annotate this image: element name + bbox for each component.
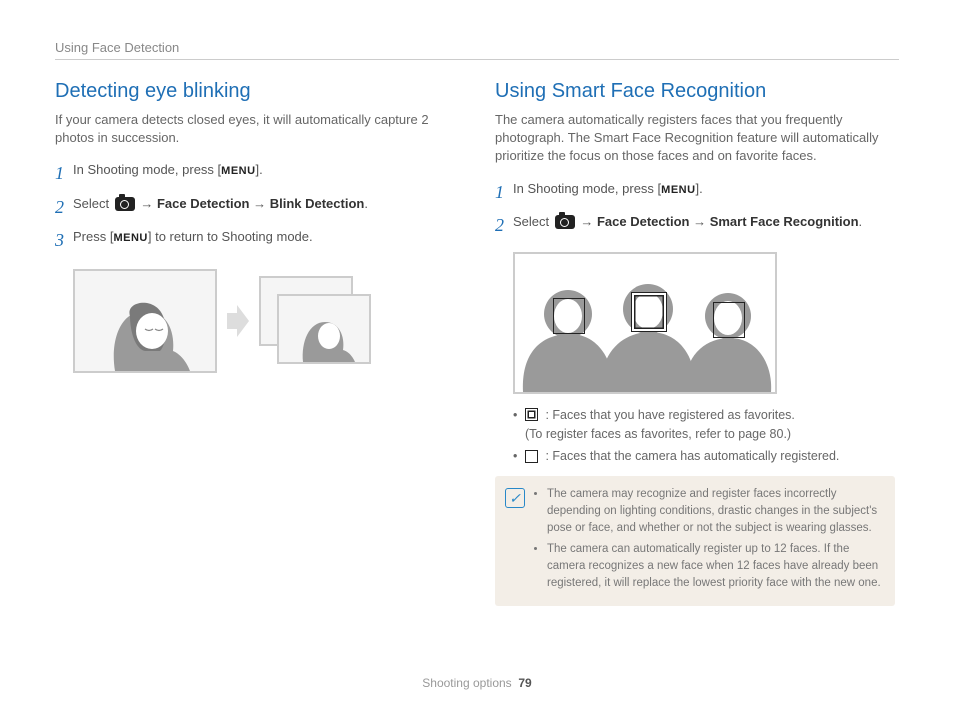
step-body: In Shooting mode, press [MENU]. (73, 161, 455, 186)
note-box: ✓ The camera may recognize and register … (495, 476, 895, 606)
page-number: 79 (518, 676, 531, 690)
face-box-single (553, 298, 585, 334)
page-footer: Shooting options 79 (55, 676, 899, 690)
step-3: 3 Press [MENU] to return to Shooting mod… (55, 228, 455, 253)
photo-result-2 (277, 294, 371, 364)
left-column: Detecting eye blinking If your camera de… (55, 80, 455, 676)
step-body: Press [MENU] to return to Shooting mode. (73, 228, 455, 253)
step-text: Select (513, 214, 553, 229)
step-body: Select → Face Detection → Blink Detectio… (73, 195, 455, 220)
face-box-legend: • : Faces that you have registered as fa… (513, 406, 895, 466)
step-text: . (859, 214, 863, 229)
camera-icon (115, 197, 135, 211)
section-title-blink: Detecting eye blinking (55, 80, 455, 103)
step-text: ]. (256, 162, 263, 177)
face-box-single (713, 302, 745, 338)
arrow-icon (225, 301, 251, 341)
step-1: 1 In Shooting mode, press [MENU]. (495, 180, 895, 205)
step-text: . (364, 196, 368, 211)
face-box-double (631, 292, 667, 332)
single-box-icon (525, 450, 538, 463)
step-text: Select (73, 196, 113, 211)
face-silhouette (75, 271, 215, 371)
footer-section: Shooting options (422, 676, 511, 690)
arrow-text: → (577, 214, 597, 229)
legend-row-auto: • : Faces that the camera has automatica… (513, 447, 895, 466)
arrow-text: → (137, 196, 157, 211)
camera-icon (555, 215, 575, 229)
bold-text: Face Detection (597, 214, 689, 229)
step-1: 1 In Shooting mode, press [MENU]. (55, 161, 455, 186)
photo-closed-eyes (73, 269, 217, 373)
legend-line: : Faces that the camera has automaticall… (542, 449, 839, 463)
section-title-smart: Using Smart Face Recognition (495, 80, 895, 103)
step-number: 3 (55, 228, 73, 253)
legend-row-favorite: • : Faces that you have registered as fa… (513, 406, 895, 444)
bullet: • (513, 447, 525, 466)
header-rule (55, 59, 899, 60)
blink-illustration (73, 269, 455, 373)
manual-page: Using Face Detection Detecting eye blink… (0, 0, 954, 720)
step-text: ]. (696, 181, 703, 196)
bullet: • (513, 406, 525, 425)
legend-line: : Faces that you have registered as favo… (542, 408, 795, 422)
bold-text: Blink Detection (270, 196, 365, 211)
step-2: 2 Select → Face Detection → Smart Face R… (495, 213, 895, 238)
running-header: Using Face Detection (55, 40, 899, 55)
arrow-text: → (249, 196, 269, 211)
step-text: In Shooting mode, press [ (73, 162, 221, 177)
note-icon: ✓ (505, 488, 525, 508)
smart-face-illustration (513, 252, 777, 394)
step-text: ] to return to Shooting mode. (148, 229, 313, 244)
intro-blink: If your camera detects closed eyes, it w… (55, 111, 455, 147)
menu-label: MENU (221, 165, 255, 177)
arrow-text: → (689, 214, 709, 229)
step-body: Select → Face Detection → Smart Face Rec… (513, 213, 895, 238)
step-number: 2 (495, 213, 513, 238)
columns: Detecting eye blinking If your camera de… (55, 80, 899, 676)
right-column: Using Smart Face Recognition The camera … (495, 80, 895, 676)
step-2: 2 Select → Face Detection → Blink Detect… (55, 195, 455, 220)
step-number: 1 (55, 161, 73, 186)
photo-stack (259, 276, 369, 366)
menu-label: MENU (113, 232, 147, 244)
legend-text: : Faces that the camera has automaticall… (525, 447, 839, 466)
bold-text: Face Detection (157, 196, 249, 211)
double-box-icon (525, 408, 538, 421)
legend-subline: (To register faces as favorites, refer t… (525, 427, 791, 441)
step-text: Press [ (73, 229, 113, 244)
face-silhouette (279, 296, 369, 362)
note-item: The camera can automatically register up… (547, 541, 883, 591)
menu-label: MENU (661, 184, 695, 196)
note-list: The camera may recognize and register fa… (533, 486, 883, 591)
bold-text: Smart Face Recognition (710, 214, 859, 229)
step-number: 2 (55, 195, 73, 220)
step-number: 1 (495, 180, 513, 205)
step-text: In Shooting mode, press [ (513, 181, 661, 196)
intro-smart: The camera automatically registers faces… (495, 111, 895, 166)
legend-text: : Faces that you have registered as favo… (525, 406, 795, 444)
note-item: The camera may recognize and register fa… (547, 486, 883, 536)
step-body: In Shooting mode, press [MENU]. (513, 180, 895, 205)
